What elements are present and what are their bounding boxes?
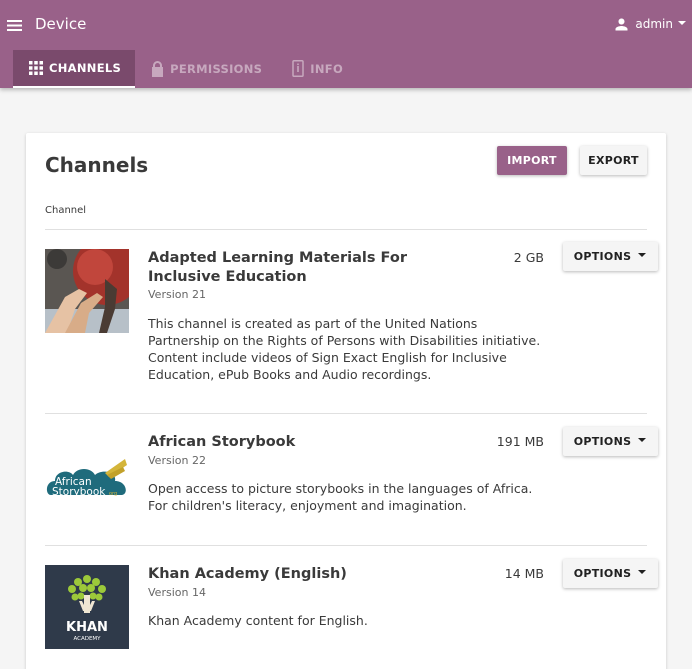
user-menu[interactable]: admin (614, 13, 687, 35)
menu-icon[interactable] (5, 14, 25, 36)
tab-label: PERMISSIONS (170, 61, 263, 76)
channel-thumbnail: KHAN ACADEMY (45, 565, 129, 649)
logo-text-storybook: Storybook (52, 486, 106, 498)
channel-name: Khan Academy (English) (148, 566, 347, 582)
channel-size: 2 GB (513, 250, 544, 265)
person-icon (614, 17, 629, 32)
options-button[interactable]: OPTIONS (563, 242, 658, 271)
tab-label: INFO (310, 61, 344, 76)
tab-info[interactable]: INFO (276, 50, 357, 87)
tab-permissions[interactable]: PERMISSIONS (135, 50, 276, 87)
options-label: OPTIONS (573, 435, 632, 448)
channels-card: Channels IMPORT EXPORT Channel Adapted L… (26, 133, 666, 669)
channel-size: 14 MB (504, 566, 544, 581)
channel-size: 191 MB (496, 434, 544, 449)
channel-description: Khan Academy content for English. (148, 613, 368, 628)
channel-version: Version 21 (148, 288, 206, 301)
caret-down-icon (637, 567, 647, 580)
device-info-icon (292, 60, 305, 77)
options-button[interactable]: OPTIONS (563, 559, 658, 588)
channel-row: Adapted Learning Materials For Inclusive… (26, 230, 666, 413)
card-title: Channels (45, 153, 149, 177)
logo-text-academy: ACADEMY (73, 636, 101, 642)
column-header-channel: Channel (45, 205, 87, 216)
page-title: Device (35, 15, 87, 33)
caret-down-icon (637, 250, 647, 263)
options-button[interactable]: OPTIONS (563, 427, 658, 456)
export-button[interactable]: EXPORT (580, 146, 647, 175)
channel-row: KHAN ACADEMY Khan Academy (English) Vers… (26, 546, 666, 669)
username: admin (635, 17, 673, 31)
logo-text-khan: KHAN (66, 620, 108, 635)
channel-name: Adapted Learning Materials For Inclusive… (148, 250, 407, 285)
channel-thumbnail (45, 249, 129, 333)
channel-description: This channel is created as part of the U… (148, 316, 541, 382)
options-label: OPTIONS (573, 250, 632, 263)
options-label: OPTIONS (573, 567, 632, 580)
caret-down-icon (677, 17, 687, 31)
logo-text-org: org (109, 491, 117, 497)
apps-grid-icon (29, 61, 43, 75)
app-bar: Device admin CHANNELS PERMISSIONS INFO (0, 0, 692, 88)
lock-icon (151, 60, 164, 77)
channel-description: Open access to picture storybooks in the… (148, 481, 533, 513)
tab-label: CHANNELS (49, 61, 122, 75)
caret-down-icon (637, 435, 647, 448)
import-button[interactable]: IMPORT (497, 146, 567, 175)
tab-bar: CHANNELS PERMISSIONS INFO (13, 50, 357, 88)
channel-name: African Storybook (148, 434, 296, 450)
channel-thumbnail: African Storybook org (45, 433, 129, 517)
tab-channels[interactable]: CHANNELS (13, 50, 136, 88)
channel-version: Version 22 (148, 454, 206, 467)
channel-row: African Storybook org African Storybook … (26, 414, 666, 545)
channel-version: Version 14 (148, 586, 206, 599)
